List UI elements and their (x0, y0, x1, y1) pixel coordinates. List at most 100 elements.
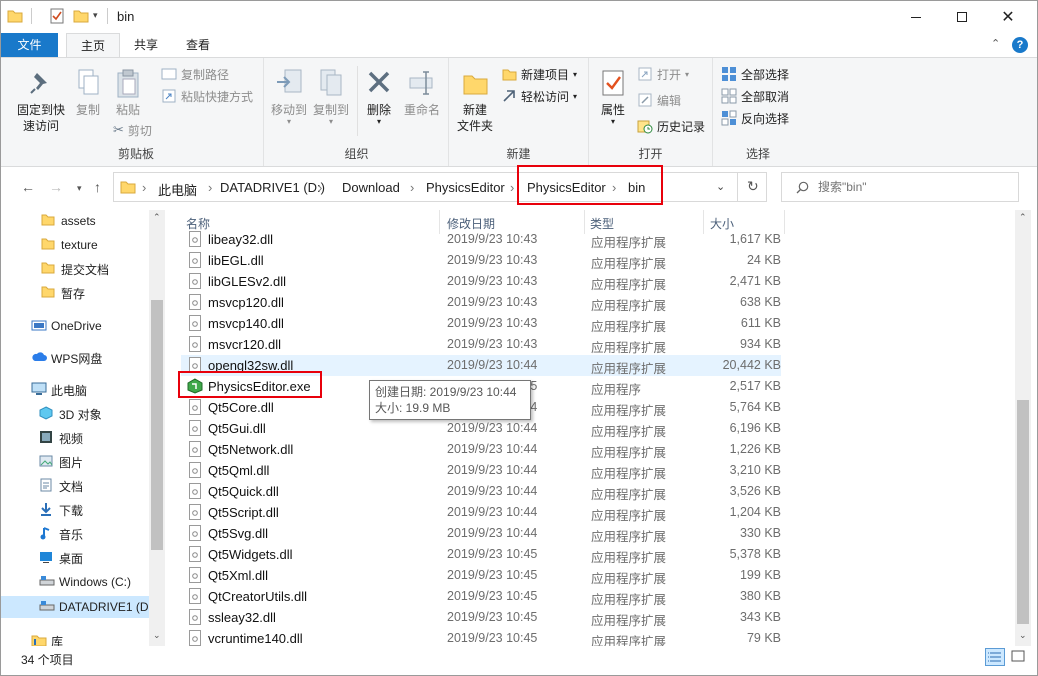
open-button[interactable]: 打开 ▾ (637, 64, 689, 84)
sidebar-item[interactable]: 下载 (1, 499, 151, 521)
file-type: 应用程序扩展 (591, 509, 667, 523)
invert-selection-button[interactable]: 反向选择 (721, 108, 789, 128)
sidebar-item[interactable]: OneDrive (1, 315, 151, 337)
move-to-button[interactable]: 移动到 ▾ (269, 68, 309, 126)
table-row[interactable]: ssleay32.dll 2019/9/23 10:45 应用程序扩展 343 KB (181, 607, 781, 628)
new-folder-button[interactable]: 新建 文件夹 (453, 68, 497, 134)
recent-locations-button[interactable]: ▾ (77, 183, 82, 194)
table-row[interactable]: Qt5Svg.dll 2019/9/23 10:44 应用程序扩展 330 KB (181, 523, 781, 544)
table-row[interactable]: libEGL.dll 2019/9/23 10:43 应用程序扩展 24 KB (181, 250, 781, 271)
sidebar-item[interactable]: DATADRIVE1 (D (1, 596, 151, 618)
table-row[interactable]: msvcp120.dll 2019/9/23 10:43 应用程序扩展 638 KB (181, 292, 781, 313)
table-row[interactable]: msvcp140.dll 2019/9/23 10:43 应用程序扩展 611 KB (181, 313, 781, 334)
properties-button[interactable]: 属性 ▾ (593, 68, 633, 126)
table-row[interactable]: Qt5Xml.dll 2019/9/23 10:45 应用程序扩展 199 KB (181, 565, 781, 586)
up-button[interactable]: ↑ (94, 179, 101, 195)
sidebar-item[interactable]: 3D 对象 (1, 403, 151, 425)
tab-home[interactable]: 主页 (66, 33, 121, 57)
history-button[interactable]: 历史记录 (637, 116, 705, 136)
address-history-dropdown[interactable]: ⌄ (716, 180, 725, 193)
table-row[interactable]: libGLESv2.dll 2019/9/23 10:43 应用程序扩展 2,471 … (181, 271, 781, 292)
sidebar-item[interactable]: 图片 (1, 451, 151, 473)
address-bar[interactable]: › 此电脑 › DATADRIVE1 (D:) › Download › Phy… (113, 172, 767, 202)
dll-file-icon (189, 483, 201, 499)
sidebar-item[interactable]: texture (1, 234, 151, 256)
table-row[interactable]: Qt5Gui.dll 2019/9/23 10:44 应用程序扩展 6,196 KB (181, 418, 781, 439)
invert-selection-icon (721, 110, 737, 126)
forward-button[interactable]: → (49, 179, 63, 195)
rename-button[interactable]: 重命名 (401, 68, 443, 118)
search-box[interactable] (781, 172, 1019, 202)
select-none-button[interactable]: 全部取消 (721, 86, 789, 106)
easy-access-button[interactable]: 轻松访问 ▾ (501, 86, 577, 106)
properties-icon[interactable] (50, 8, 64, 24)
table-row[interactable]: libeay32.dll 2019/9/23 10:43 应用程序扩展 1,617 K… (181, 229, 781, 250)
paste-button[interactable]: 粘贴 (111, 68, 145, 118)
help-icon[interactable]: ? (1012, 37, 1028, 53)
select-all-button[interactable]: 全部选择 (721, 64, 789, 84)
table-row[interactable]: vcruntime140.dll 2019/9/23 10:45 应用程序扩展 79 … (181, 628, 781, 646)
new-folder-icon[interactable] (73, 9, 89, 23)
copy-to-button[interactable]: 复制到 ▾ (311, 68, 351, 126)
table-row[interactable]: Qt5Qml.dll 2019/9/23 10:44 应用程序扩展 3,210 KB (181, 460, 781, 481)
search-input[interactable] (818, 178, 1008, 196)
table-row[interactable]: msvcr120.dll 2019/9/23 10:43 应用程序扩展 934 KB (181, 334, 781, 355)
sidebar-item[interactable]: 此电脑 (1, 379, 151, 401)
file-date: 2019/9/23 10:44 (447, 358, 538, 372)
sidebar-item[interactable]: WPS网盘 (1, 347, 151, 369)
details-view-button[interactable] (985, 648, 1005, 666)
table-row[interactable]: Qt5Quick.dll 2019/9/23 10:44 应用程序扩展 3,526 K… (181, 481, 781, 502)
ribbon-collapse-icon[interactable]: ⌃ (991, 37, 1000, 50)
edit-button[interactable]: 编辑 (637, 90, 681, 110)
easy-access-label: 轻松访问 (521, 89, 570, 104)
sidebar-item[interactable]: 视频 (1, 427, 151, 449)
sidebar-item[interactable]: 文档 (1, 475, 151, 497)
breadcrumb-download[interactable]: Download (342, 180, 400, 195)
large-icons-view-button[interactable] (1009, 648, 1029, 666)
close-button[interactable]: ✕ (985, 1, 1031, 33)
breadcrumb-this-pc[interactable]: 此电脑 (158, 180, 197, 199)
new-item-button[interactable]: 新建项目 ▾ (501, 64, 577, 84)
sidebar-item[interactable]: 桌面 (1, 547, 151, 569)
scroll-up-icon[interactable]: ⌃ (1019, 212, 1027, 223)
sidebar-item[interactable]: assets (1, 210, 151, 232)
sidebar-item[interactable]: Windows (C:) (1, 571, 151, 593)
sidebar-item[interactable]: 库 (1, 630, 151, 646)
copy-to-label: 复制到 (312, 103, 349, 117)
dll-file-icon (189, 567, 201, 583)
nav-scrollbar[interactable]: ⌃ ⌄ (149, 210, 165, 646)
delete-button[interactable]: 删除 ▾ (363, 68, 395, 126)
file-list-scrollbar[interactable]: ⌃ ⌄ (1015, 210, 1031, 646)
nav-scroll-thumb[interactable] (151, 300, 163, 550)
maximize-button[interactable] (939, 1, 985, 33)
qat-dropdown-icon[interactable]: ▾ (93, 10, 98, 21)
paste-shortcut-button[interactable]: 粘贴快捷方式 (161, 86, 253, 106)
copy-button[interactable]: 复制 (71, 68, 105, 118)
cut-button[interactable]: ✂ 剪切 (113, 120, 152, 140)
breadcrumb-physicseditor[interactable]: PhysicsEditor (426, 180, 505, 195)
breadcrumb-drive[interactable]: DATADRIVE1 (D:) (220, 180, 325, 195)
pin-quick-access-button[interactable]: 固定到快 速访问 (13, 70, 69, 134)
table-row[interactable]: Qt5Network.dll 2019/9/23 10:44 应用程序扩展 1,226… (181, 439, 781, 460)
easy-access-icon (503, 90, 515, 102)
sidebar-item[interactable]: 提交文档 (1, 258, 151, 280)
tab-file[interactable]: 文件 (1, 33, 58, 57)
back-button[interactable]: ← (21, 179, 35, 195)
select-all-icon (722, 67, 736, 81)
scroll-down-icon[interactable]: ⌄ (153, 630, 161, 641)
sidebar-item[interactable]: 音乐 (1, 523, 151, 545)
sidebar-item[interactable]: 暂存 (1, 282, 151, 304)
refresh-button[interactable]: ↻ (747, 178, 759, 195)
copy-path-button[interactable]: 复制路径 (161, 64, 229, 84)
scroll-up-icon[interactable]: ⌃ (153, 212, 161, 223)
scroll-down-icon[interactable]: ⌄ (1019, 630, 1027, 641)
tab-view[interactable]: 查看 (172, 33, 224, 57)
minimize-button[interactable] (893, 1, 939, 33)
breadcrumb-separator[interactable]: › (142, 180, 146, 195)
table-row[interactable]: Qt5Script.dll 2019/9/23 10:44 应用程序扩展 1,204 … (181, 502, 781, 523)
file-scroll-thumb[interactable] (1017, 400, 1029, 624)
file-name: msvcp120.dll (208, 295, 284, 310)
table-row[interactable]: Qt5Widgets.dll 2019/9/23 10:45 应用程序扩展 5,378… (181, 544, 781, 565)
table-row[interactable]: QtCreatorUtils.dll 2019/9/23 10:45 应用程序扩展 3… (181, 586, 781, 607)
tab-share[interactable]: 共享 (120, 33, 172, 57)
